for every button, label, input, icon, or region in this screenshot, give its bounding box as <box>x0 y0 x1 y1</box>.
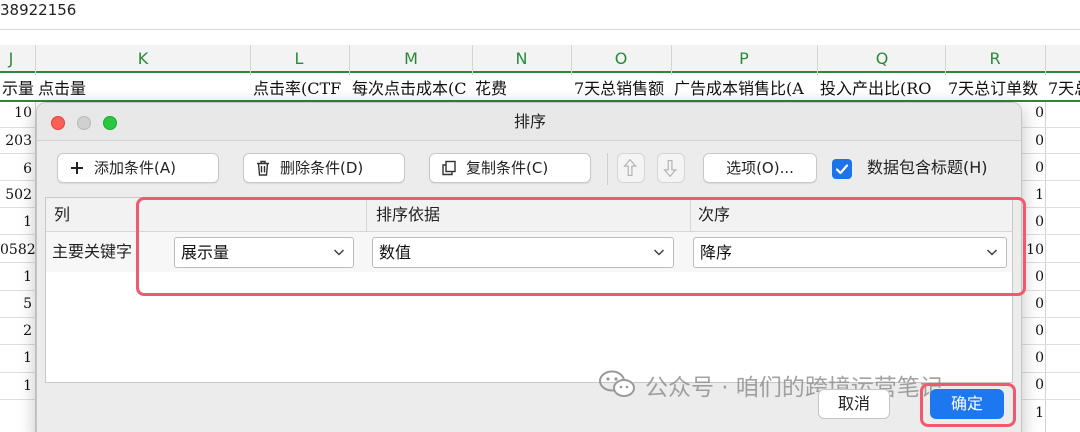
arrow-up-icon <box>623 158 637 177</box>
primary-key-label: 主要关键字 <box>52 242 133 261</box>
sheet-cell[interactable]: 0 <box>1022 296 1044 312</box>
grid-header: 列 排序依据 次序 <box>46 198 1012 232</box>
dialog-title: 排序 <box>513 112 546 131</box>
app-window: 38922156 J K L M N O P Q R 示量 点击量 点击率(CT… <box>0 0 1080 432</box>
add-condition-button[interactable]: 添加条件(A) <box>57 153 219 183</box>
sheet-cell[interactable]: 0582 <box>0 242 36 258</box>
sheet-header-cell[interactable]: 广告成本销售比(A <box>672 75 817 102</box>
watermark-text: 公众号 · 咱们的跨境运营笔记 <box>645 375 943 401</box>
grid-header-separator <box>690 198 691 232</box>
checkmark-icon <box>835 164 849 175</box>
sheet-cell[interactable]: 5 <box>0 296 32 312</box>
sheet-cell[interactable]: 0 <box>1022 323 1044 339</box>
sheet-cell[interactable]: 1 <box>1022 405 1044 421</box>
column-header-row: J K L M N O P Q R <box>0 45 1080 73</box>
cancel-button[interactable]: 取消 <box>818 389 890 419</box>
sheet-cell[interactable]: 203 <box>0 133 32 149</box>
arrow-down-icon <box>663 159 677 178</box>
column-header-R[interactable]: R <box>946 45 1044 73</box>
sort-on-select[interactable]: 数值 <box>372 237 674 268</box>
formula-bar-value: 38922156 <box>0 1 77 19</box>
sheet-cell[interactable]: 6 <box>0 161 32 177</box>
add-condition-label: 添加条件(A) <box>94 159 176 177</box>
column-header-P[interactable]: P <box>672 45 816 73</box>
toolbar-divider <box>607 153 608 185</box>
chevron-down-icon <box>333 249 345 256</box>
ok-button[interactable]: 确定 <box>930 389 1004 419</box>
sheet-cell[interactable]: 10 <box>1022 242 1044 258</box>
column-header-O[interactable]: O <box>572 45 670 73</box>
sheet-header-cell[interactable]: 花费 <box>473 75 571 102</box>
move-down-button[interactable] <box>657 153 685 183</box>
sheet-header-cell[interactable]: 投入产出比(RO <box>818 75 945 102</box>
plus-icon <box>71 162 83 174</box>
sort-criteria-grid: 列 排序依据 次序 主要关键字 展示量 数值 降序 <box>45 197 1013 383</box>
chevron-down-icon <box>986 249 998 256</box>
order-select-value: 降序 <box>700 243 733 262</box>
sheet-cell[interactable]: 10 <box>0 105 32 121</box>
copy-condition-label: 复制条件(C) <box>466 159 549 177</box>
sheet-cell[interactable]: 1 <box>0 378 32 394</box>
order-select[interactable]: 降序 <box>693 237 1007 268</box>
sheet-header-cell[interactable]: 7天总销售额 <box>572 75 671 102</box>
delete-condition-label: 删除条件(D) <box>280 159 364 177</box>
sheet-header-cell[interactable]: 点击量 <box>36 75 250 102</box>
sheet-cell[interactable]: 0 <box>1022 105 1044 121</box>
header-checkbox[interactable] <box>832 159 852 179</box>
grid-header-column: 列 <box>54 205 71 224</box>
column-select[interactable]: 展示量 <box>174 237 354 268</box>
formula-bar[interactable]: 38922156 <box>0 0 1080 30</box>
sheet-cell[interactable]: 0 <box>1022 377 1044 393</box>
grid-header-separator <box>366 198 367 232</box>
sheet-header-row: 示量 点击量 点击率(CTF 每次点击成本(C 花费 7天总销售额 广告成本销售… <box>0 75 1080 102</box>
wechat-icon <box>599 370 635 397</box>
copy-condition-button[interactable]: 复制条件(C) <box>429 153 591 183</box>
column-separator <box>1045 45 1046 432</box>
sheet-cell[interactable]: 0 <box>1022 350 1044 366</box>
sheet-header-cell[interactable]: 7天总 <box>1046 75 1080 102</box>
column-header-N[interactable]: N <box>473 45 570 73</box>
sheet-cell[interactable]: 502 <box>0 187 32 203</box>
options-label: 选项(O)... <box>726 159 794 177</box>
sheet-header-cell[interactable]: 点击率(CTF <box>251 75 349 102</box>
sheet-cell[interactable]: 0 <box>1022 214 1044 230</box>
sheet-cell[interactable]: 1 <box>0 350 32 366</box>
dialog-titlebar[interactable]: 排序 <box>37 103 1021 141</box>
sort-on-select-value: 数值 <box>379 243 412 262</box>
sheet-cell[interactable]: 1 <box>0 269 32 285</box>
column-header-Q[interactable]: Q <box>818 45 946 73</box>
sheet-cell[interactable]: 1 <box>1022 187 1044 203</box>
sort-condition-row[interactable]: 主要关键字 展示量 数值 降序 <box>46 232 1012 272</box>
grid-header-sort-on: 排序依据 <box>376 205 441 224</box>
trash-icon <box>257 160 269 176</box>
sheet-cell[interactable]: 0 <box>1022 269 1044 285</box>
chevron-down-icon <box>653 249 665 256</box>
options-button[interactable]: 选项(O)... <box>703 153 817 183</box>
copy-icon <box>442 160 456 176</box>
sheet-cell[interactable]: 2 <box>0 323 32 339</box>
grid-header-order: 次序 <box>698 205 731 224</box>
delete-condition-button[interactable]: 删除条件(D) <box>243 153 405 183</box>
column-header-M[interactable]: M <box>350 45 472 73</box>
sheet-cell[interactable]: 0 <box>1022 160 1044 176</box>
move-up-button[interactable] <box>617 153 645 183</box>
column-select-value: 展示量 <box>181 243 230 262</box>
sheet-header-cell[interactable]: 7天总订单数 <box>946 75 1045 102</box>
column-header-K[interactable]: K <box>36 45 250 73</box>
column-header-L[interactable]: L <box>251 45 347 73</box>
sheet-header-cell[interactable]: 每次点击成本(C <box>350 75 472 102</box>
sheet-header-cell[interactable]: 示量 <box>0 75 35 102</box>
header-checkbox-label: 数据包含标题(H) <box>867 158 988 177</box>
sheet-cell[interactable]: 1 <box>0 214 32 230</box>
sheet-cell[interactable]: 0 <box>1022 133 1044 149</box>
column-header-J[interactable]: J <box>0 45 22 73</box>
